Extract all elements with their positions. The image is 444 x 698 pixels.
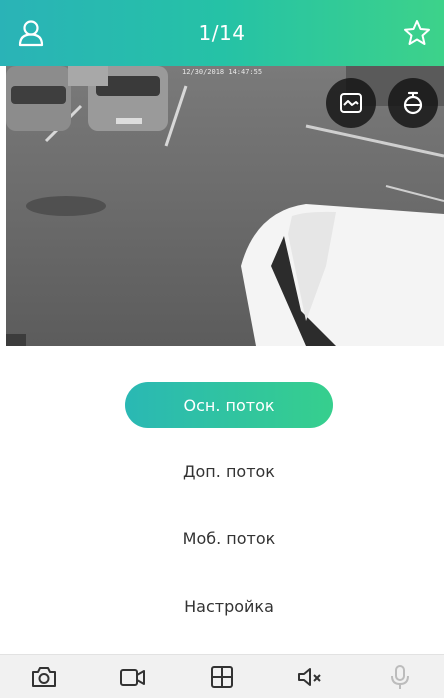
multi-view-grid-icon	[210, 665, 233, 688]
snapshot-camera-icon	[32, 666, 57, 687]
record-video-icon	[120, 668, 146, 686]
channel-counter: 1/14	[198, 21, 246, 45]
ptz-button[interactable]	[388, 78, 438, 128]
sub-stream-option[interactable]: Доп. поток	[125, 448, 333, 494]
star-icon[interactable]	[398, 14, 436, 52]
top-bar: 1/14	[0, 0, 444, 66]
microphone-button[interactable]	[380, 657, 420, 697]
stream-menu: Осн. поток Доп. поток Моб. поток Настрой…	[0, 346, 444, 654]
camera-image	[6, 66, 444, 346]
picture-mode-button[interactable]	[326, 78, 376, 128]
ptz-dome-camera-icon	[403, 91, 423, 115]
main-stream-option[interactable]: Осн. поток	[125, 382, 333, 428]
timestamp: 12/30/2018 14:47:55	[182, 68, 263, 76]
mute-speaker-icon	[297, 667, 321, 686]
picture-mode-icon	[340, 93, 362, 113]
bottom-toolbar	[0, 654, 444, 698]
settings-option[interactable]: Настройка	[125, 583, 333, 629]
microphone-icon	[390, 664, 409, 689]
record-button[interactable]	[113, 657, 153, 697]
video-feed[interactable]: 12/30/2018 14:47:55	[6, 66, 444, 346]
snapshot-button[interactable]	[24, 657, 64, 697]
mute-button[interactable]	[291, 657, 331, 697]
multi-view-button[interactable]	[202, 657, 242, 697]
user-icon[interactable]	[12, 14, 50, 52]
mobile-stream-option[interactable]: Моб. поток	[125, 515, 333, 561]
live-view-screen: 1/14 12/30/2018 14:47:55 Осн. поток Доп.…	[0, 0, 444, 698]
